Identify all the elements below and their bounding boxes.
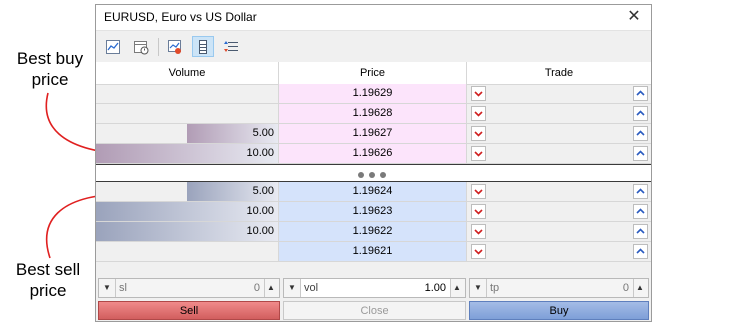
trade-cell (467, 222, 651, 242)
sell-arrow-icon[interactable] (471, 146, 486, 161)
bid-row: 10.00 1.19622 (96, 222, 651, 242)
ask-row: 10.00 1.19626 (96, 144, 651, 164)
sell-arrow-icon[interactable] (471, 244, 486, 259)
price-cell[interactable]: 1.19628 (279, 104, 467, 124)
depth-icon[interactable] (192, 36, 214, 57)
trade-cell (467, 144, 651, 164)
trade-cell (467, 182, 651, 202)
chevron-down-icon[interactable]: ▼ (284, 279, 300, 297)
dots-icon (358, 169, 391, 181)
price-cell[interactable]: 1.19626 (279, 144, 467, 164)
volume-value: 10.00 (246, 147, 274, 159)
price-cell[interactable]: 1.19623 (279, 202, 467, 222)
sell-arrow-icon[interactable] (471, 86, 486, 101)
spread-separator (96, 164, 651, 182)
volume-cell (96, 84, 279, 104)
sell-arrow-icon[interactable] (471, 224, 486, 239)
ask-row: 5.00 1.19627 (96, 124, 651, 144)
buy-arrow-icon[interactable] (633, 126, 648, 141)
trade-cell (467, 124, 651, 144)
chevron-up-icon[interactable]: ▲ (632, 279, 648, 297)
chart-icon[interactable] (102, 36, 124, 57)
sell-button[interactable]: Sell (98, 301, 280, 320)
tp-label: tp (490, 282, 500, 294)
toolbar (96, 30, 651, 63)
ask-row: 1.19628 (96, 104, 651, 124)
buy-arrow-icon[interactable] (633, 204, 648, 219)
best-sell-price-annotation: Best sell price (6, 259, 90, 301)
chevron-up-icon[interactable]: ▲ (263, 279, 279, 297)
close-position-button[interactable]: Close (283, 301, 466, 320)
price-cell[interactable]: 1.19622 (279, 222, 467, 242)
sell-arrow-icon[interactable] (471, 106, 486, 121)
depth-of-market-window: EURUSD, Euro vs US Dollar ✕ Volume Price… (95, 4, 652, 322)
trade-cell (467, 104, 651, 124)
bid-row: 1.19621 (96, 242, 651, 262)
grid-header: Volume Price Trade (96, 62, 651, 85)
sl-value: 0 (253, 282, 260, 294)
window-title: EURUSD, Euro vs US Dollar (104, 10, 257, 24)
price-cell[interactable]: 1.19621 (279, 242, 467, 262)
volume-header[interactable]: Volume (96, 62, 279, 84)
sl-label: sl (119, 282, 127, 294)
action-buttons: Sell Close Buy (96, 300, 651, 321)
volume-cell: 5.00 (96, 182, 279, 202)
volume-cell: 5.00 (96, 124, 279, 144)
annotation-line: Best buy (16, 49, 84, 68)
tp-stepper: ▼ tp 0 ▲ (469, 278, 649, 298)
trade-cell (467, 242, 651, 262)
sl-stepper: ▼ sl 0 ▲ (98, 278, 280, 298)
tp-value: 0 (622, 282, 629, 294)
best-buy-price-annotation: Best buy price (8, 48, 92, 90)
chevron-up-icon[interactable]: ▲ (449, 279, 465, 297)
vol-stepper: ▼ vol 1.00 ▲ (283, 278, 466, 298)
bid-row: 5.00 1.19624 (96, 182, 651, 202)
volume-cell (96, 104, 279, 124)
trade-cell (467, 202, 651, 222)
price-header[interactable]: Price (279, 62, 467, 84)
volume-cell: 10.00 (96, 222, 279, 242)
vol-value: 1.00 (424, 282, 446, 294)
calendar-icon[interactable] (130, 36, 152, 57)
buy-button[interactable]: Buy (469, 301, 649, 320)
bid-row: 10.00 1.19623 (96, 202, 651, 222)
buy-arrow-icon[interactable] (633, 106, 648, 121)
price-cell[interactable]: 1.19629 (279, 84, 467, 104)
title-bar: EURUSD, Euro vs US Dollar ✕ (96, 5, 651, 30)
volume-value: 5.00 (252, 185, 274, 197)
ask-row: 1.19629 (96, 84, 651, 104)
volume-cell (96, 242, 279, 262)
order-controls: ▼ sl 0 ▲ ▼ vol 1.00 ▲ ▼ tp 0 ▲ (96, 277, 651, 299)
list-icon[interactable] (220, 36, 242, 57)
buy-arrow-icon[interactable] (633, 244, 648, 259)
buy-arrow-icon[interactable] (633, 224, 648, 239)
vol-label: vol (304, 282, 319, 294)
annotation-line: Best sell (15, 260, 81, 279)
buy-arrow-icon[interactable] (633, 146, 648, 161)
volume-value: 10.00 (246, 225, 274, 237)
buy-arrow-icon[interactable] (633, 86, 648, 101)
close-icon[interactable]: ✕ (623, 6, 645, 28)
trade-icon[interactable] (164, 36, 186, 57)
volume-cell: 10.00 (96, 144, 279, 164)
price-cell[interactable]: 1.19624 (279, 182, 467, 202)
sell-arrow-icon[interactable] (471, 184, 486, 199)
volume-value: 5.00 (252, 127, 274, 139)
annotation-line: price (31, 70, 69, 89)
tp-field[interactable]: tp 0 (486, 279, 634, 297)
sell-arrow-icon[interactable] (471, 126, 486, 141)
vol-field[interactable]: vol 1.00 (300, 279, 451, 297)
volume-cell: 10.00 (96, 202, 279, 222)
chevron-down-icon[interactable]: ▼ (470, 279, 486, 297)
volume-value: 10.00 (246, 205, 274, 217)
sl-field[interactable]: sl 0 (115, 279, 265, 297)
price-cell[interactable]: 1.19627 (279, 124, 467, 144)
sell-arrow-icon[interactable] (471, 204, 486, 219)
annotation-line: price (29, 281, 67, 300)
trade-cell (467, 84, 651, 104)
chevron-down-icon[interactable]: ▼ (99, 279, 115, 297)
buy-arrow-icon[interactable] (633, 184, 648, 199)
toolbar-separator (158, 38, 159, 56)
trade-header[interactable]: Trade (467, 62, 651, 84)
